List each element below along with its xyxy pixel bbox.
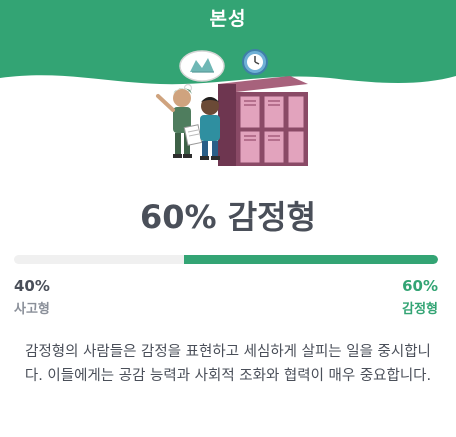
left-trait-percent: 40% <box>14 277 50 295</box>
person-green-icon <box>156 88 192 158</box>
trait-scale-bar <box>14 255 438 264</box>
left-trait-name: 사고형 <box>14 302 50 317</box>
trait-scale-fill <box>183 255 438 264</box>
person-teal-icon <box>200 97 220 160</box>
right-trait-percent: 60% <box>402 277 438 295</box>
right-trait-name: 감정형 <box>402 302 438 317</box>
trait-description: 감정형의 사람들은 감정을 표현하고 세심하게 살피는 일을 중시합니다. 이들… <box>24 344 432 384</box>
section-title: 본성 <box>209 8 247 30</box>
clock-icon <box>242 49 268 75</box>
lockers-icon <box>218 76 308 166</box>
paper-icon <box>183 124 203 146</box>
result-headline: 60% 감정형 <box>139 198 317 236</box>
personality-illustration <box>156 49 308 166</box>
